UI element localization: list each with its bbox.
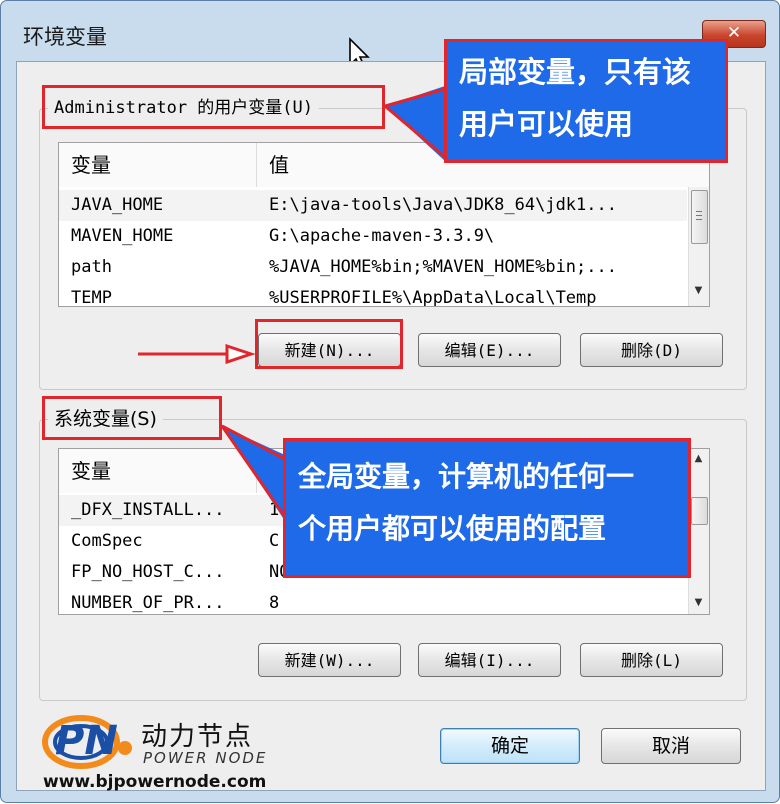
brand-name-cn: 动力节点 bbox=[141, 722, 254, 752]
logo-letters: PN bbox=[55, 718, 118, 764]
brand-watermark: PN 动力节点 POWER NODE www.bjpowernode.com bbox=[41, 706, 281, 796]
callout-line: 局部变量，只有该 bbox=[459, 55, 692, 89]
system-variables-callout: 全局变量，计算机的任何一 个用户都可以使用的配置 bbox=[283, 438, 691, 578]
user-variables-callout: 局部变量，只有该 用户可以使用 bbox=[444, 39, 728, 163]
callout-line: 个用户都可以使用的配置 bbox=[298, 512, 607, 545]
callout-line: 全局变量，计算机的任何一 bbox=[298, 460, 635, 493]
dialog-window: 环境变量 ✕ Administrator 的用户变量(U) 变量 值 JAVA_… bbox=[0, 0, 780, 803]
brand-name-en: POWER NODE bbox=[143, 749, 268, 767]
callout-line: 用户可以使用 bbox=[459, 107, 634, 141]
brand-url: www.bjpowernode.com bbox=[43, 772, 267, 792]
